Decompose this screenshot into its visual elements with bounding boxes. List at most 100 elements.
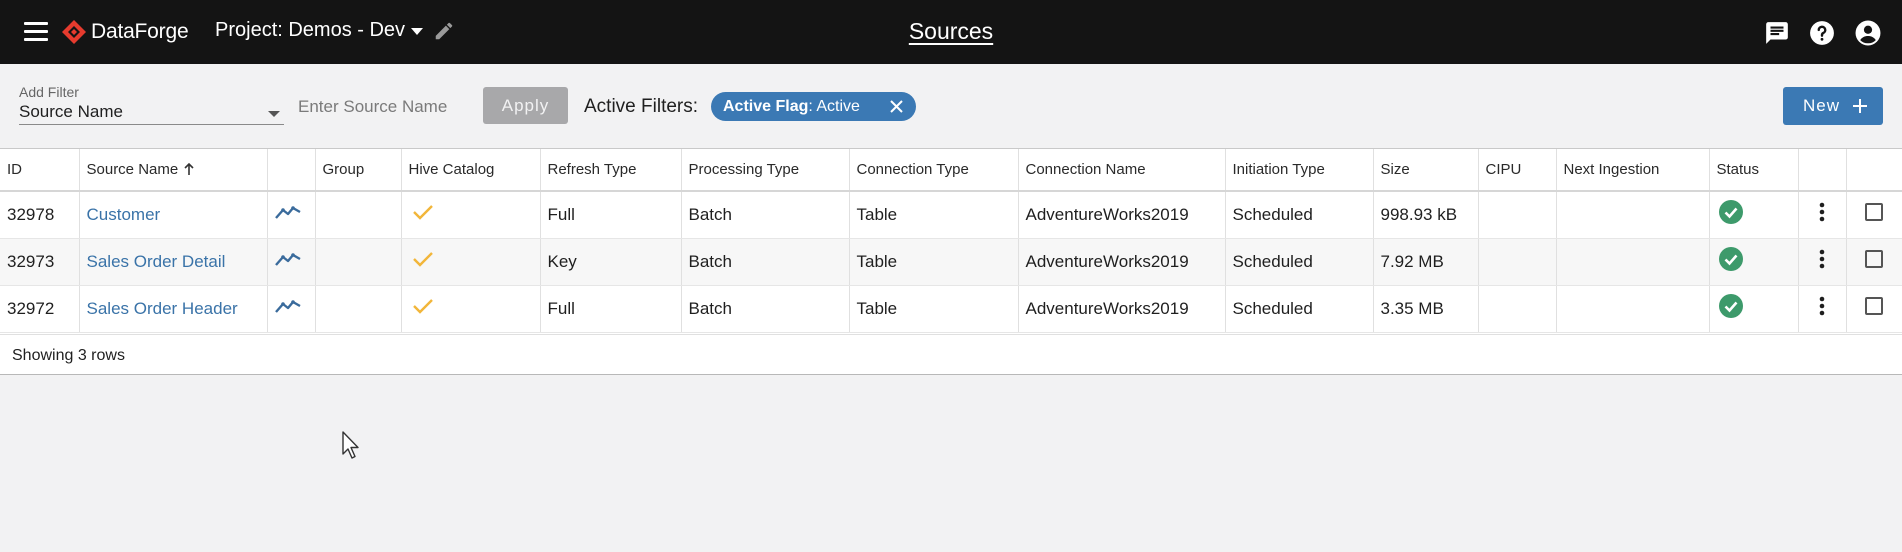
close-icon[interactable] [889, 99, 904, 114]
column-header-next-ingestion[interactable]: Next Ingestion [1556, 149, 1710, 192]
cell-refresh-type: Full [540, 191, 682, 239]
account-icon[interactable] [1855, 20, 1881, 46]
cell-hive-catalog [401, 191, 541, 239]
column-header-status[interactable]: Status [1709, 149, 1799, 192]
column-header-initiation-type[interactable]: Initiation Type [1225, 149, 1374, 192]
status-success-icon[interactable] [1718, 200, 1743, 225]
cell-hive-catalog [401, 238, 541, 286]
column-header-size[interactable]: Size [1373, 149, 1479, 192]
cell-connection-type: Table [849, 285, 1019, 333]
source-name-input[interactable] [298, 96, 468, 118]
checkbox-icon[interactable] [1865, 250, 1884, 268]
cell-source-name[interactable]: Customer [79, 191, 268, 239]
help-icon[interactable] [1809, 20, 1835, 46]
column-header-connection-name[interactable]: Connection Name [1018, 149, 1226, 192]
cell-size: 3.35 MB [1373, 285, 1479, 333]
checkmark-icon [412, 205, 433, 220]
cell-trend[interactable] [267, 285, 316, 333]
cell-next-ingestion [1556, 191, 1710, 239]
cell-cipu [1478, 285, 1557, 333]
cell-source-name[interactable]: Sales Order Header [79, 285, 268, 333]
column-header-id[interactable]: ID [0, 149, 80, 192]
cell-group [315, 285, 402, 333]
status-success-icon[interactable] [1718, 294, 1743, 319]
cell-cipu [1478, 191, 1557, 239]
trend-chart-icon[interactable] [274, 251, 301, 267]
cell-trend[interactable] [267, 191, 316, 239]
cell-hive-catalog [401, 285, 541, 333]
trend-chart-icon[interactable] [274, 204, 301, 220]
cell-id: 32973 [0, 238, 80, 286]
cell-group [315, 191, 402, 239]
cell-processing-type: Batch [681, 238, 850, 286]
cell-status[interactable] [1709, 191, 1799, 239]
checkmark-icon [412, 299, 433, 314]
cell-connection-name: AdventureWorks2019 [1018, 191, 1226, 239]
cell-trend[interactable] [267, 238, 316, 286]
cell-actions[interactable] [1798, 238, 1847, 286]
active-filters-label: Active Filters: [584, 96, 699, 117]
cell-size: 998.93 kB [1373, 191, 1479, 239]
column-header-trend [267, 149, 316, 192]
column-header-source-name-label: Source Name [86, 161, 179, 178]
trend-chart-icon[interactable] [274, 298, 301, 314]
cell-processing-type: Batch [681, 191, 850, 239]
cell-processing-type: Batch [681, 285, 850, 333]
checkbox-icon[interactable] [1865, 297, 1884, 315]
apply-button[interactable]: Apply [483, 87, 568, 124]
more-vert-icon[interactable] [1819, 296, 1825, 316]
dropdown-arrow-icon [268, 111, 280, 117]
sources-table: ID Source Name Group Hive Catalog Refres… [0, 148, 1902, 375]
cell-select[interactable] [1846, 191, 1902, 239]
add-filter-label: Add Filter [19, 84, 79, 100]
more-vert-icon[interactable] [1819, 249, 1825, 269]
cell-status[interactable] [1709, 285, 1799, 333]
column-header-group[interactable]: Group [315, 149, 402, 192]
new-button-label: New [1803, 96, 1841, 115]
cell-size: 7.92 MB [1373, 238, 1479, 286]
chip-value: : Active [808, 98, 860, 115]
active-filter-chip[interactable]: Active Flag: Active [711, 92, 916, 121]
cell-connection-type: Table [849, 238, 1019, 286]
cell-actions[interactable] [1798, 191, 1847, 239]
column-header-connection-type[interactable]: Connection Type [849, 149, 1019, 192]
column-header-cipu[interactable]: CIPU [1478, 149, 1557, 192]
cell-connection-type: Table [849, 191, 1019, 239]
cell-source-name[interactable]: Sales Order Detail [79, 238, 268, 286]
checkbox-icon[interactable] [1865, 203, 1884, 222]
cell-group [315, 238, 402, 286]
table-header-row: ID Source Name Group Hive Catalog Refres… [0, 149, 1902, 192]
table-row[interactable]: 32973 Sales Order Detail Key Batch Table Adve… [0, 238, 1902, 286]
cell-initiation-type: Scheduled [1225, 191, 1374, 239]
column-header-hive-catalog[interactable]: Hive Catalog [401, 149, 541, 192]
more-vert-icon[interactable] [1819, 202, 1825, 222]
cell-next-ingestion [1556, 238, 1710, 286]
table-row[interactable]: 32972 Sales Order Header Full Batch Table Adv… [0, 285, 1902, 333]
cell-actions[interactable] [1798, 285, 1847, 333]
cell-status[interactable] [1709, 238, 1799, 286]
top-app-bar: DataForge Project: Demos - Dev Sources [0, 0, 1902, 64]
column-header-processing-type[interactable]: Processing Type [681, 149, 850, 192]
filter-field-select[interactable]: Source Name [19, 102, 284, 125]
table-row[interactable]: 32978 Customer Full Batch Table AdventureWork… [0, 191, 1902, 239]
new-source-button[interactable]: New [1783, 87, 1883, 125]
cell-initiation-type: Scheduled [1225, 238, 1374, 286]
chat-icon[interactable] [1764, 20, 1790, 46]
cell-next-ingestion [1556, 285, 1710, 333]
cell-select[interactable] [1846, 285, 1902, 333]
cell-select[interactable] [1846, 238, 1902, 286]
page-title[interactable]: Sources [0, 18, 1902, 45]
mouse-cursor-icon [342, 431, 359, 459]
cell-connection-name: AdventureWorks2019 [1018, 285, 1226, 333]
plus-icon [1853, 99, 1867, 113]
column-header-source-name[interactable]: Source Name [79, 149, 268, 192]
cell-id: 32978 [0, 191, 80, 239]
checkmark-icon [412, 252, 433, 267]
cell-refresh-type: Key [540, 238, 682, 286]
cell-cipu [1478, 238, 1557, 286]
column-header-refresh-type[interactable]: Refresh Type [540, 149, 682, 192]
cell-initiation-type: Scheduled [1225, 285, 1374, 333]
status-success-icon[interactable] [1718, 247, 1743, 272]
chip-key: Active Flag [723, 98, 809, 115]
filter-field-value: Source Name [19, 102, 123, 121]
